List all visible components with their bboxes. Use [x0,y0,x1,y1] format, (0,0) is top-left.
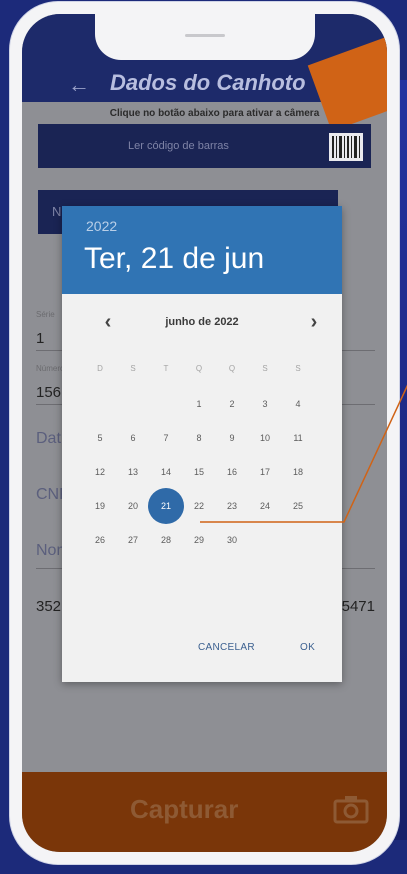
calendar-day[interactable]: 3 [247,390,283,418]
scan-barcode-button[interactable]: Ler código de barras [38,124,371,168]
calendar-day[interactable]: 9 [214,424,250,452]
chave-suffix: 5471 [341,598,375,615]
calendar-day[interactable]: 30 [214,526,250,554]
calendar-day[interactable]: 20 [115,492,151,520]
calendar-day[interactable]: 22 [181,492,217,520]
back-arrow-icon[interactable]: ← [68,72,90,98]
selected-year[interactable]: 2022 [86,218,117,234]
phone-notch [94,14,315,60]
calendar-day[interactable]: 24 [247,492,283,520]
camera-hint: Clique no botão abaixo para ativar a câm… [109,108,320,119]
calendar-day[interactable]: 2 [214,390,250,418]
weekday-header: Q [195,364,203,373]
calendar-day[interactable]: 25 [280,492,316,520]
calendar-day[interactable]: 6 [115,424,151,452]
weekday-header: S [262,364,268,373]
selected-date: Ter, 21 de jun [84,242,265,275]
camera-icon[interactable] [333,794,369,824]
numero-label: Número [36,364,65,373]
month-label: junho de 2022 [165,316,239,328]
calendar-day[interactable]: 16 [214,458,250,486]
calendar-day[interactable]: 28 [148,526,184,554]
capture-bar: Capturar [22,772,387,852]
date-picker-dialog: 2022 Ter, 21 de jun ‹ junho de 2022 › DS… [62,206,342,682]
weekday-header: S [130,364,136,373]
weekday-header: S [295,364,301,373]
calendar-day[interactable]: 29 [181,526,217,554]
calendar-day[interactable]: 5 [82,424,118,452]
calendar-day[interactable]: 26 [82,526,118,554]
weekday-header: T [163,364,169,373]
month-navigation: ‹ junho de 2022 › [62,312,342,336]
capture-button[interactable]: Capturar [130,794,238,825]
chave-value[interactable]: 352 [36,598,61,615]
weekday-header: Q [228,364,236,373]
calendar-day[interactable]: 27 [115,526,151,554]
ok-button[interactable]: OK [300,642,315,653]
weekday-header: D [97,364,103,373]
data-field-label[interactable]: Dat [36,430,61,448]
page-title: Dados do Canhoto [110,70,306,95]
calendar-day[interactable]: 14 [148,458,184,486]
calendar-day[interactable]: 1 [181,390,217,418]
calendar-day[interactable]: 10 [247,424,283,452]
numero-value[interactable]: 156 [36,384,61,401]
scan-barcode-label: Ler código de barras [128,140,229,152]
calendar-day[interactable]: 23 [214,492,250,520]
date-picker-header: 2022 Ter, 21 de jun [62,206,342,294]
calendar-day[interactable]: 18 [280,458,316,486]
calendar-day[interactable]: 13 [115,458,151,486]
calendar-day[interactable]: 7 [148,424,184,452]
serie-value[interactable]: 1 [36,330,44,347]
calendar-day[interactable]: 19 [82,492,118,520]
calendar-day[interactable]: 15 [181,458,217,486]
calendar-day[interactable]: 17 [247,458,283,486]
calendar-day-selected[interactable]: 21 [148,492,184,520]
cancel-button[interactable]: CANCELAR [198,642,255,653]
serie-label: Série [36,310,55,319]
calendar-day[interactable]: 8 [181,424,217,452]
barcode-icon [329,133,363,161]
chevron-right-icon[interactable]: › [302,312,326,336]
calendar-day[interactable]: 4 [280,390,316,418]
calendar-day[interactable]: 11 [280,424,316,452]
calendar-day[interactable]: 12 [82,458,118,486]
